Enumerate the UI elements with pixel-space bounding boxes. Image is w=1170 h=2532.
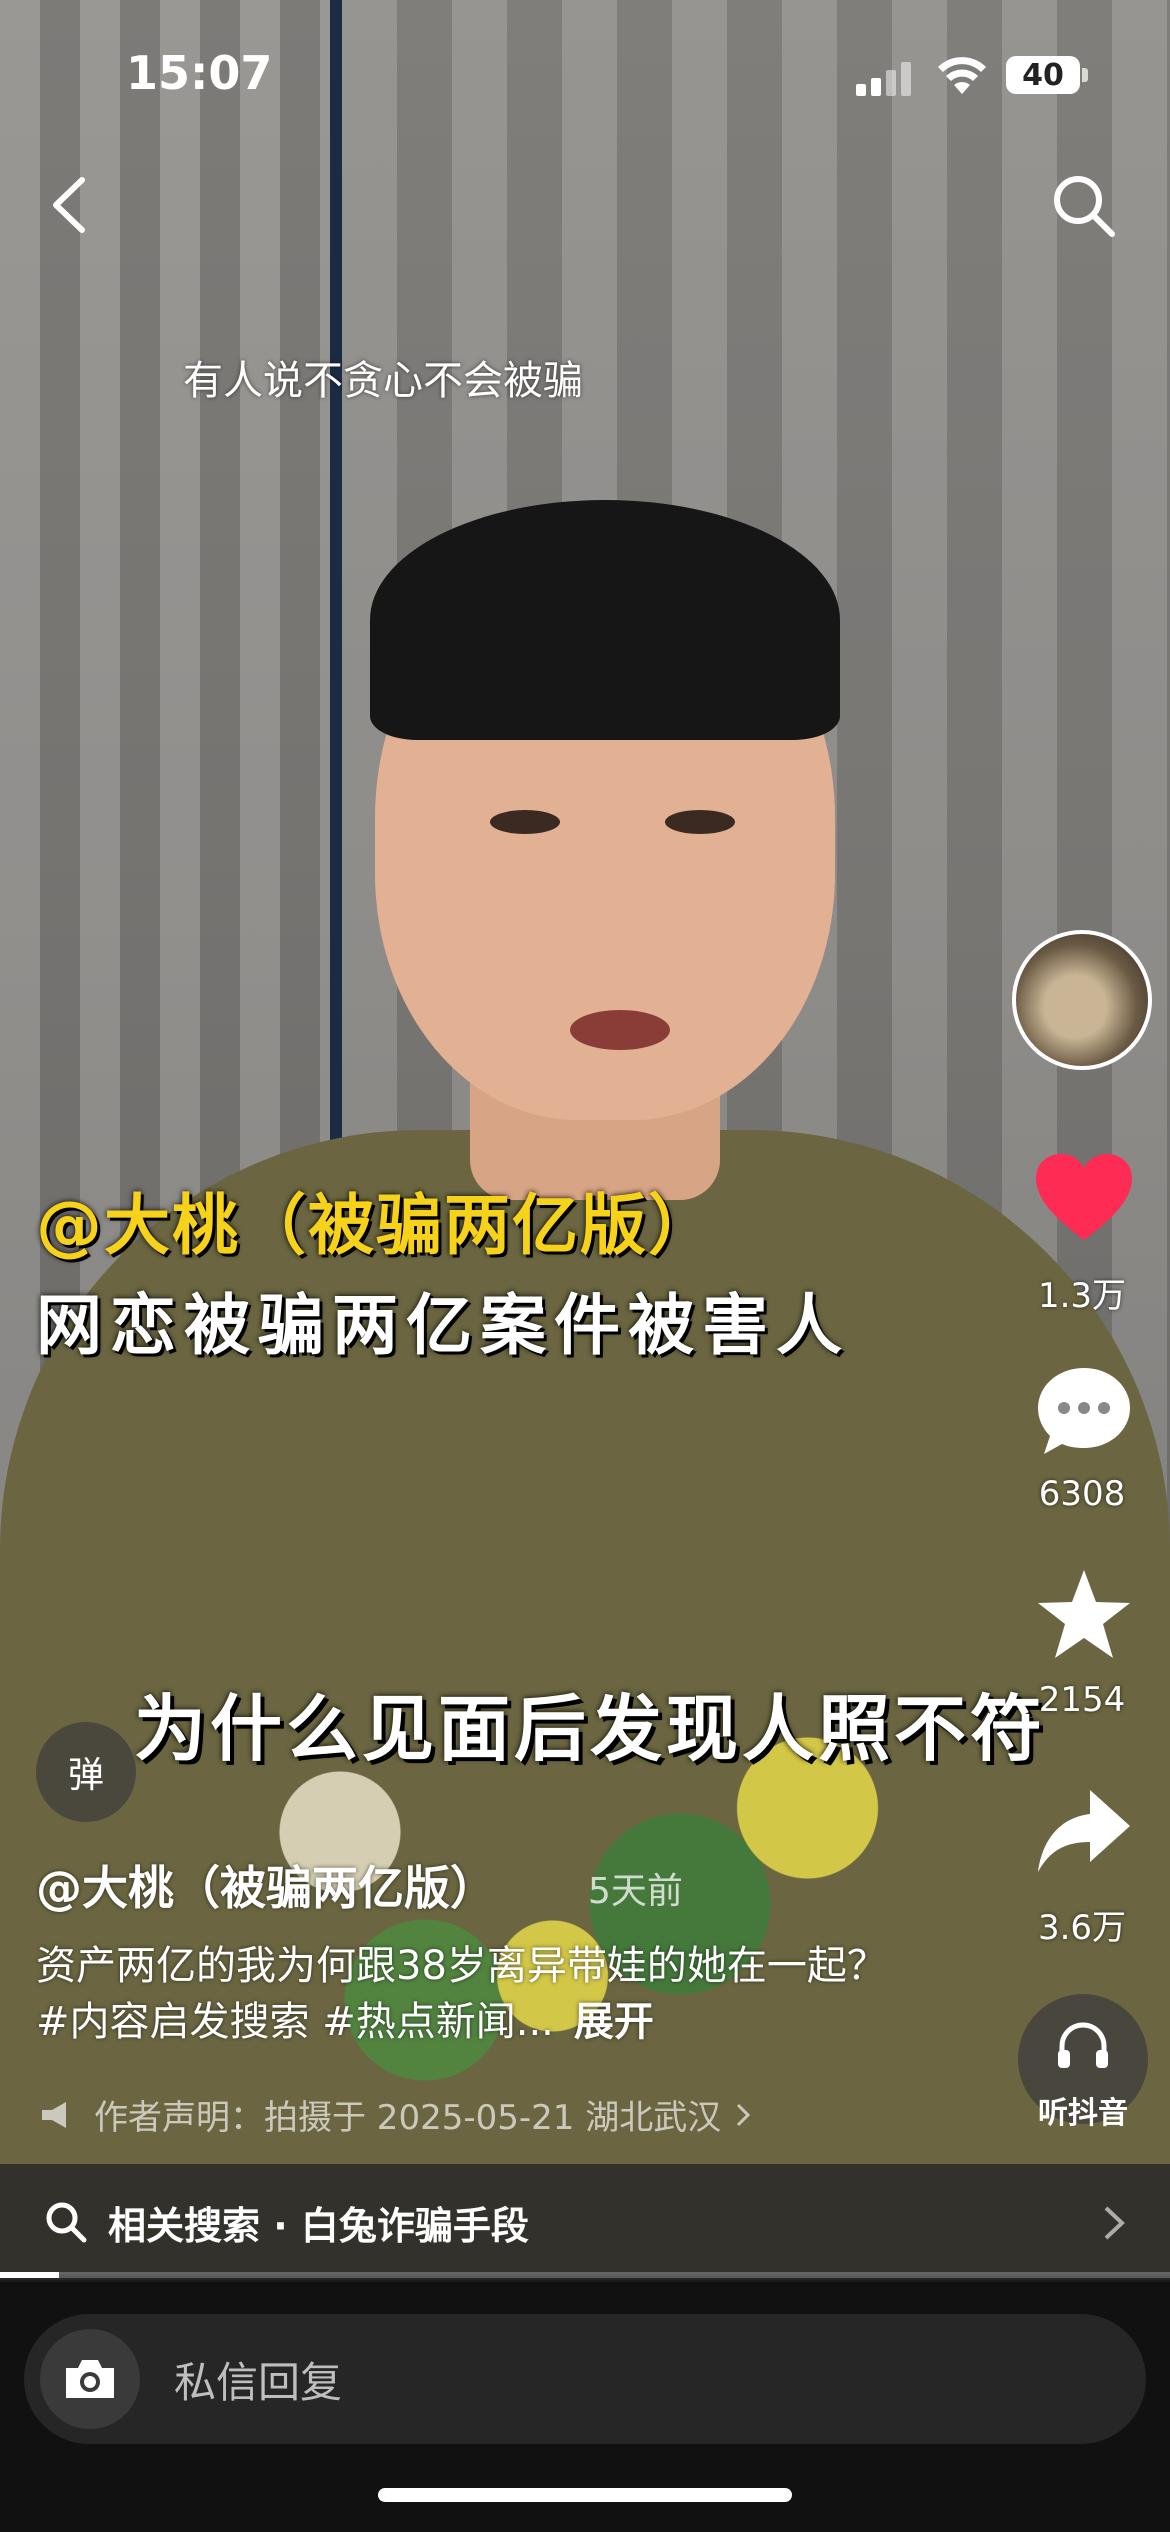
- video-progress-bar[interactable]: [0, 2272, 1170, 2278]
- headphones-icon: [1058, 2022, 1108, 2068]
- status-time: 15:07: [126, 46, 273, 100]
- progress-fill: [0, 2272, 59, 2278]
- camera-button[interactable]: [40, 2329, 140, 2429]
- danmu-label: 弹: [67, 1755, 104, 1796]
- heart-icon[interactable]: [1032, 1150, 1136, 1246]
- related-search-bar[interactable]: 相关搜索 · 白兔诈骗手段: [0, 2164, 1170, 2280]
- author-name[interactable]: @大桃（被骗两亿版）: [36, 1852, 496, 1918]
- wifi-icon: [938, 57, 986, 94]
- star-icon[interactable]: [1032, 1566, 1136, 1662]
- video-overlay-subtitle: 网恋被骗两亿案件被害人: [36, 1287, 850, 1364]
- search-icon: [46, 2202, 87, 2243]
- listen-label: 听抖音: [1038, 2096, 1128, 2131]
- person-mouth: [570, 1010, 670, 1050]
- share-count: 3.6万: [1037, 1908, 1127, 1948]
- share-icon[interactable]: [1032, 1784, 1136, 1880]
- creator-avatar[interactable]: [1012, 930, 1152, 1070]
- declaration-text: 作者声明：拍摄于 2025-05-21 湖北武汉: [94, 2098, 722, 2138]
- person-hair: [370, 500, 840, 740]
- danmu-toggle-button[interactable]: 弹: [36, 1722, 136, 1822]
- video-description: 资产两亿的我为何跟38岁离异带娃的她在一起？ #内容启发搜索 #热点新闻... 展…: [36, 1938, 896, 2050]
- chevron-right-icon: [737, 2103, 751, 2126]
- expand-button[interactable]: 展开: [574, 1999, 654, 2045]
- reply-input[interactable]: 私信回复: [24, 2314, 1146, 2444]
- person-eye-left: [490, 810, 560, 834]
- battery-indicator: 40: [1006, 56, 1080, 94]
- back-icon[interactable]: [44, 172, 98, 238]
- comment-icon[interactable]: [1032, 1362, 1136, 1458]
- post-time: 5天前: [588, 1871, 683, 1912]
- description-text: 资产两亿的我为何跟38岁离异带娃的她在一起？ #内容启发搜索 #热点新闻...: [36, 1943, 887, 2045]
- comment-count: 6308: [1038, 1474, 1126, 1514]
- megaphone-icon: [42, 2101, 66, 2128]
- signal-icon: [856, 60, 914, 96]
- chevron-right-icon: [1104, 2206, 1125, 2240]
- battery-cap: [1082, 68, 1088, 82]
- video-overlay-title: @大桃（被骗两亿版）: [36, 1187, 716, 1264]
- video-overlay-caption: 为什么见面后发现人照不符: [133, 1687, 1046, 1771]
- like-count: 1.3万: [1037, 1276, 1127, 1316]
- camera-icon: [66, 2360, 114, 2398]
- person-eye-right: [665, 810, 735, 834]
- favorite-count: 2154: [1038, 1680, 1126, 1720]
- video-subtitle: 有人说不贪心不会被骗: [183, 358, 583, 404]
- video-player[interactable]: [0, 0, 1170, 2275]
- screen: 15:07 40 有人说不贪心不会被骗 @大桃（被骗两亿版） 网恋被骗两亿案件被…: [0, 0, 1170, 2532]
- author-declaration[interactable]: 作者声明：拍摄于 2025-05-21 湖北武汉: [40, 2090, 751, 2139]
- home-indicator: [378, 2488, 792, 2502]
- related-search-text: 相关搜索 · 白兔诈骗手段: [108, 2203, 529, 2248]
- reply-placeholder: 私信回复: [174, 2357, 343, 2407]
- search-icon[interactable]: [1050, 172, 1118, 240]
